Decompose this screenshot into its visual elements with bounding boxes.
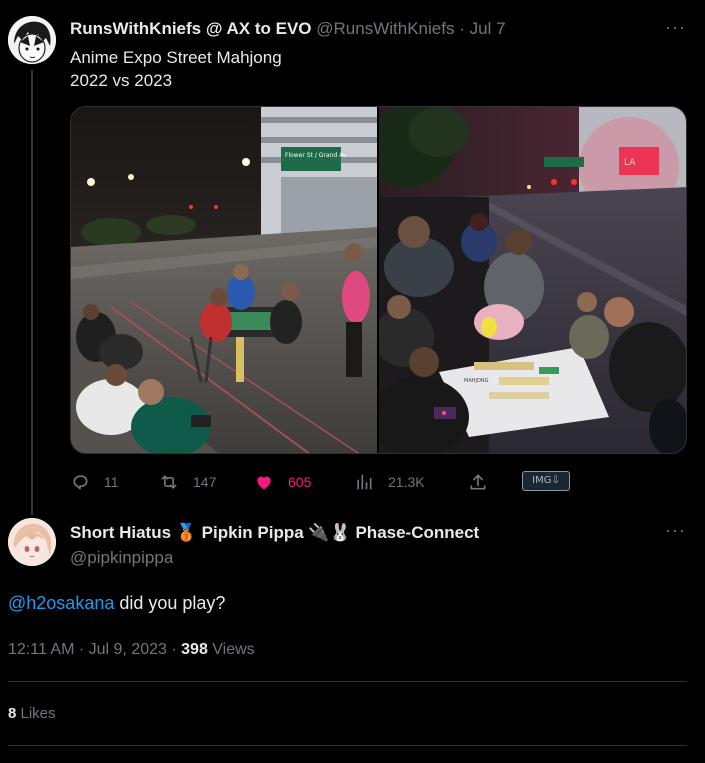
avatar-illustration bbox=[8, 16, 56, 64]
reply-icon bbox=[73, 475, 88, 490]
retweet-icon bbox=[161, 475, 177, 489]
street-sign-text: Flower St / Grand Av bbox=[285, 152, 347, 159]
author-avatar[interactable] bbox=[8, 16, 56, 64]
tweet-header: RunsWithKniefs @ AX to EVO @RunsWithKnie… bbox=[70, 19, 665, 39]
heart-filled-icon bbox=[257, 476, 271, 490]
author-name[interactable]: RunsWithKniefs @ AX to EVO bbox=[70, 19, 312, 38]
views-chart-icon bbox=[357, 474, 372, 490]
thread-connector-line bbox=[31, 70, 33, 515]
reply-body: did you play? bbox=[114, 593, 226, 613]
more-options-icon[interactable]: ··· bbox=[665, 18, 685, 42]
views-count: 21.3K bbox=[388, 474, 425, 490]
reply-more-options-icon[interactable]: ··· bbox=[665, 521, 685, 545]
tweet-text: Anime Expo Street Mahjong 2022 vs 2023 bbox=[70, 48, 282, 90]
reply-count: 11 bbox=[104, 474, 119, 490]
divider bbox=[8, 681, 687, 682]
like-count: 605 bbox=[288, 474, 312, 490]
views-action[interactable]: 21.3K bbox=[354, 468, 425, 496]
original-tweet[interactable]: RunsWithKniefs @ AX to EVO @RunsWithKnie… bbox=[0, 0, 705, 515]
mention-link[interactable]: @h2osakana bbox=[8, 593, 114, 613]
tweet-actions: 11 147 605 21.3K IMG⇩ bbox=[70, 468, 590, 496]
reply-author-handle[interactable]: @pipkinpippa bbox=[70, 548, 173, 568]
share-icon bbox=[470, 474, 486, 490]
photo-2023[interactable]: LA MAHJONG bbox=[377, 107, 686, 453]
divider-bottom bbox=[8, 745, 687, 746]
table-board-text: MAHJONG bbox=[464, 378, 489, 384]
img-download-badge[interactable]: IMG⇩ bbox=[522, 471, 570, 491]
photo-2023-scene: LA MAHJONG bbox=[379, 107, 686, 453]
retweet-count: 147 bbox=[193, 474, 217, 490]
reply-author-avatar[interactable] bbox=[8, 518, 56, 566]
reply-avatar-illustration bbox=[8, 518, 56, 566]
like-action[interactable]: 605 bbox=[254, 468, 311, 496]
retweet-action[interactable]: 147 bbox=[159, 468, 216, 496]
author-handle[interactable]: @RunsWithKniefs bbox=[316, 19, 454, 38]
reply-action[interactable]: 11 bbox=[70, 468, 119, 496]
tweet-date[interactable]: Jul 7 bbox=[470, 19, 506, 38]
reply-text: @h2osakana did you play? bbox=[8, 593, 225, 614]
street-sign bbox=[281, 147, 341, 171]
share-action[interactable] bbox=[468, 468, 502, 496]
reply-timestamp[interactable]: 12:11 AM · Jul 9, 2023 · bbox=[8, 641, 181, 658]
reply-views-label: Views bbox=[207, 641, 255, 658]
photo-2022[interactable]: Flower St / Grand Av bbox=[71, 107, 377, 453]
reply-meta: 12:11 AM · Jul 9, 2023 · 398 Views bbox=[8, 641, 255, 659]
reply-likes-label: Likes bbox=[16, 705, 56, 722]
reply-views-count: 398 bbox=[181, 641, 208, 658]
reply-likes[interactable]: 8 Likes bbox=[8, 705, 56, 722]
reply-author-name[interactable]: Short Hiatus 🥉 Pipkin Pippa 🔌🐰 Phase-Con… bbox=[70, 523, 479, 543]
reply-tweet[interactable]: Short Hiatus 🥉 Pipkin Pippa 🔌🐰 Phase-Con… bbox=[0, 505, 705, 763]
media-grid[interactable]: Flower St / Grand Av LA MAHJONG bbox=[70, 106, 687, 454]
photo-2022-scene: Flower St / Grand Av bbox=[71, 107, 377, 453]
separator-dot: · bbox=[459, 19, 465, 38]
